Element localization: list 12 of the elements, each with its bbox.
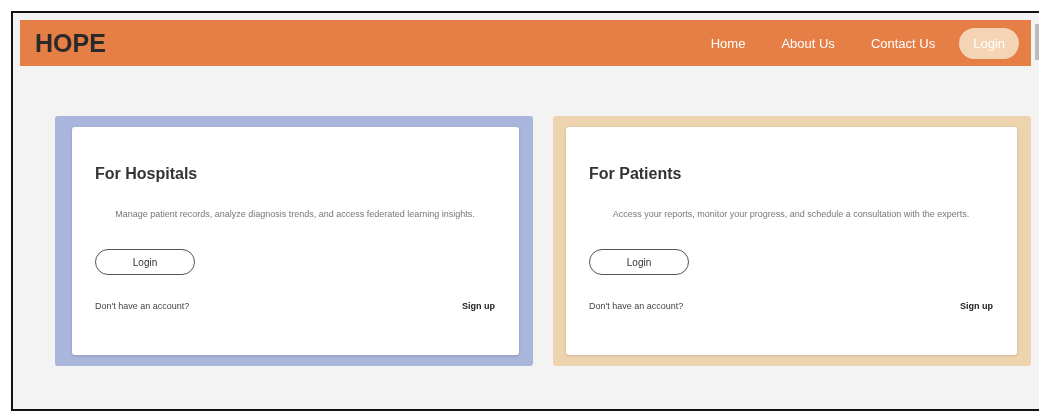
card-description: Manage patient records, analyze diagnosis trends, and access federated learning insights. [114,208,476,221]
card-description: Access your reports, monitor your progress, and schedule a consultation with the experts. [611,208,971,221]
scrollbar-edge [1035,24,1039,60]
card-title: For Patients [589,165,683,183]
login-button[interactable]: Login [589,249,689,275]
login-button[interactable]: Login [95,249,195,275]
logo-text: HOPE [35,28,106,58]
account-prompt: Don't have an account? [589,301,684,311]
account-prompt: Don't have an account? [95,301,190,311]
sign-up-link[interactable]: Sign up [960,301,993,311]
sign-up-link[interactable]: Sign up [462,301,495,311]
card-title: For Hospitals [95,165,199,183]
